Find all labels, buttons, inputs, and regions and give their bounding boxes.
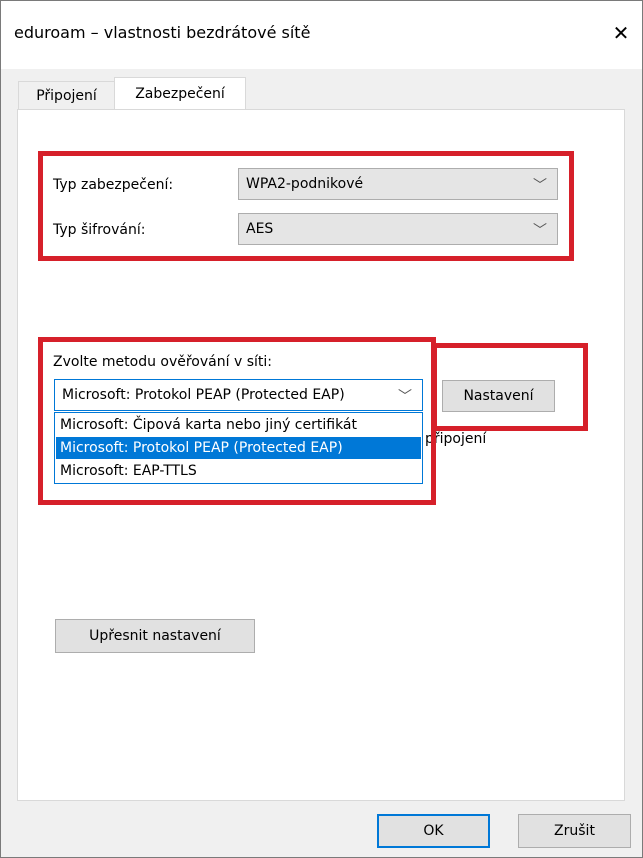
tab-connection[interactable]: Připojení (18, 81, 115, 110)
cancel-button-label: Zrušit (554, 823, 595, 839)
highlight-auth-method (38, 337, 436, 505)
window-title: eduroam – vlastnosti bezdrátové sítě (14, 23, 311, 42)
highlight-settings-button (432, 343, 588, 431)
ok-button-label: OK (423, 823, 444, 839)
title-bar: eduroam – vlastnosti bezdrátové sítě ✕ (1, 1, 642, 69)
cancel-button[interactable]: Zrušit (518, 814, 631, 848)
tab-security-label: Zabezpečení (135, 86, 225, 102)
close-icon: ✕ (612, 21, 630, 45)
tab-security[interactable]: Zabezpečení (114, 77, 246, 110)
close-button[interactable]: ✕ (601, 13, 641, 53)
properties-dialog: eduroam – vlastnosti bezdrátové sítě ✕ P… (0, 0, 643, 858)
advanced-settings-button[interactable]: Upřesnit nastavení (55, 619, 255, 653)
advanced-settings-label: Upřesnit nastavení (89, 628, 221, 644)
tab-connection-label: Připojení (36, 88, 97, 104)
ok-button[interactable]: OK (377, 814, 490, 848)
highlight-security-fields (38, 151, 574, 261)
